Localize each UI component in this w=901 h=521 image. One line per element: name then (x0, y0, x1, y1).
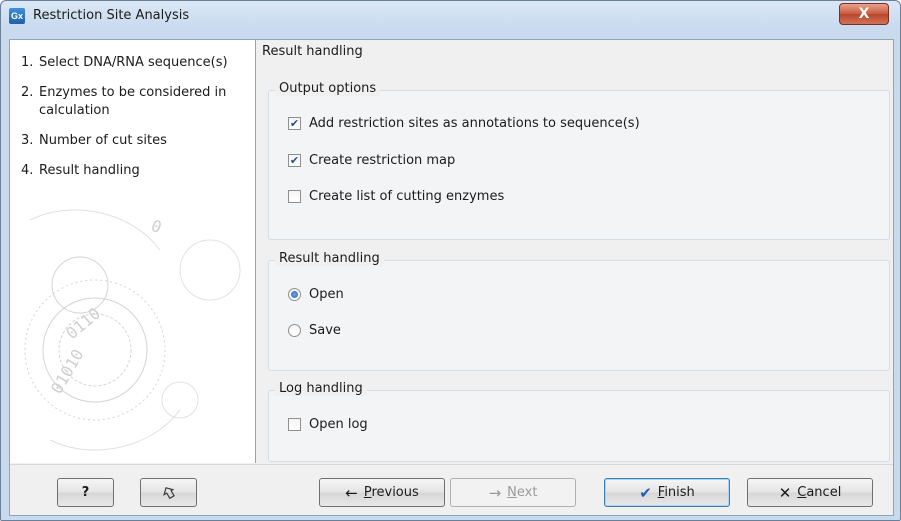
radio-unselected-icon (288, 324, 301, 337)
button-bar: ? ← Previous → Next ✔ Finish ✕ Cancel (10, 464, 893, 515)
save-radio[interactable]: Save (288, 323, 341, 338)
option-label: Add restriction sites as annotations to … (309, 116, 640, 131)
wizard-step: 2. Enzymes to be considered in calculati… (21, 84, 251, 120)
arrow-right-icon: → (488, 483, 502, 502)
wizard-steps: 1. Select DNA/RNA sequence(s) 2. Enzymes… (21, 54, 251, 192)
open-log-checkbox[interactable]: Open log (288, 417, 368, 432)
output-options-group: Output options ✔ Add restriction sites a… (268, 81, 890, 240)
restore-defaults-button[interactable] (140, 478, 197, 507)
previous-button[interactable]: ← Previous (319, 478, 445, 507)
open-radio[interactable]: Open (288, 287, 344, 302)
dna-spiral-watermark: 0110 01010 0 (24, 209, 241, 451)
dialog-body: 1. Select DNA/RNA sequence(s) 2. Enzymes… (9, 39, 894, 516)
option-label: Create restriction map (309, 153, 456, 168)
checkbox-unchecked-icon (288, 418, 301, 431)
help-button[interactable]: ? (57, 478, 114, 507)
checkbox-checked-icon: ✔ (288, 117, 301, 130)
button-label: Cancel (797, 485, 842, 500)
title-bar[interactable]: Gx Restriction Site Analysis X (1, 1, 900, 31)
option-label: Save (309, 323, 341, 338)
cancel-button[interactable]: ✕ Cancel (747, 478, 873, 507)
step-number: 1. (21, 55, 34, 70)
button-label: Finish (657, 485, 695, 500)
arrow-left-icon: ← (345, 483, 358, 502)
step-number: 3. (21, 133, 34, 148)
create-list-of-cutting-enzymes-checkbox[interactable]: Create list of cutting enzymes (288, 189, 504, 204)
step-number: 2. (21, 85, 34, 100)
option-label: Create list of cutting enzymes (309, 189, 505, 204)
create-restriction-map-checkbox[interactable]: ✔ Create restriction map (288, 153, 455, 168)
checkbox-checked-icon: ✔ (288, 154, 301, 167)
group-title: Result handling (275, 251, 384, 266)
option-label: Open (309, 287, 344, 302)
result-handling-group: Result handling Open Save (268, 251, 890, 371)
button-label: Previous (363, 485, 419, 500)
button-label: Next (507, 485, 538, 500)
add-restriction-sites-checkbox[interactable]: ✔ Add restriction sites as annotations t… (288, 116, 640, 131)
svg-text:01010: 01010 (47, 346, 88, 397)
next-button[interactable]: → Next (450, 478, 576, 507)
group-title: Log handling (275, 381, 367, 396)
wizard-step: 1. Select DNA/RNA sequence(s) (21, 54, 251, 72)
svg-text:0110: 0110 (62, 304, 104, 343)
checkbox-unchecked-icon (288, 190, 301, 203)
step-label: Select DNA/RNA sequence(s) (39, 55, 228, 70)
option-label: Open log (309, 417, 368, 432)
undo-arrow-icon (162, 486, 175, 499)
dialog-window: Gx Restriction Site Analysis X 1. Select… (0, 0, 901, 521)
options-panel: Result handling Output options ✔ Add res… (258, 40, 893, 463)
window-title: Restriction Site Analysis (33, 8, 190, 23)
step-label: Result handling (39, 163, 140, 178)
log-handling-group: Log handling Open log (268, 381, 890, 462)
step-number: 4. (21, 163, 34, 178)
x-icon: ✕ (778, 483, 792, 502)
finish-button[interactable]: ✔ Finish (604, 478, 730, 507)
close-icon: X (858, 6, 870, 22)
step-label: Number of cut sites (39, 133, 167, 148)
close-button[interactable]: X (839, 3, 889, 25)
group-title: Output options (275, 81, 381, 96)
wizard-step: 3. Number of cut sites (21, 132, 251, 150)
step-label: Enzymes to be considered in calculation (39, 85, 227, 118)
radio-selected-icon (288, 288, 301, 301)
checkmark-icon: ✔ (639, 483, 652, 502)
wizard-step-current: 4. Result handling (21, 162, 251, 180)
svg-text:0: 0 (149, 216, 165, 237)
panel-heading: Result handling (262, 44, 363, 59)
wizard-steps-panel: 1. Select DNA/RNA sequence(s) 2. Enzymes… (10, 40, 256, 463)
help-icon: ? (81, 485, 90, 500)
app-icon: Gx (9, 8, 25, 24)
